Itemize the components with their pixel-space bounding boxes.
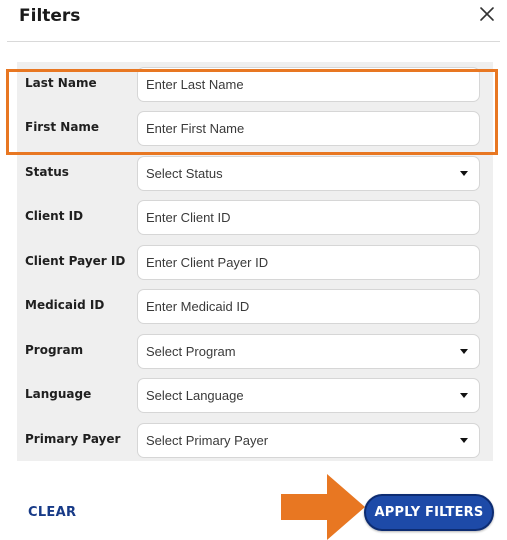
- client-payer-id-field[interactable]: [137, 245, 480, 280]
- filter-row-first-name: First Name: [17, 111, 493, 155]
- status-label: Status: [25, 165, 69, 179]
- filter-row-program: Program Select Program: [17, 334, 493, 378]
- filter-row-client-payer-id: Client Payer ID: [17, 245, 493, 289]
- header-divider: [7, 41, 500, 42]
- status-select-value: Select Status: [146, 166, 223, 181]
- program-label: Program: [25, 343, 84, 357]
- language-select[interactable]: Select Language: [137, 378, 480, 413]
- filter-row-medicaid-id: Medicaid ID: [17, 289, 493, 333]
- primary-payer-label: Primary Payer: [25, 432, 121, 446]
- chevron-down-icon: [460, 393, 468, 398]
- first-name-field[interactable]: [137, 111, 480, 146]
- last-name-field[interactable]: [137, 67, 480, 102]
- status-select[interactable]: Select Status: [137, 156, 480, 191]
- filter-row-language: Language Select Language: [17, 378, 493, 422]
- chevron-down-icon: [460, 438, 468, 443]
- filter-row-status: Status Select Status: [17, 156, 493, 200]
- medicaid-id-label: Medicaid ID: [25, 298, 105, 312]
- last-name-label: Last Name: [25, 76, 97, 90]
- program-select[interactable]: Select Program: [137, 334, 480, 369]
- client-payer-id-label: Client Payer ID: [25, 254, 126, 268]
- primary-payer-select[interactable]: Select Primary Payer: [137, 423, 480, 458]
- filter-row-last-name: Last Name: [17, 67, 493, 111]
- page-title: Filters: [19, 6, 81, 26]
- chevron-down-icon: [460, 171, 468, 176]
- language-label: Language: [25, 387, 92, 401]
- first-name-label: First Name: [25, 120, 100, 134]
- arrow-icon: [281, 474, 365, 540]
- medicaid-id-field[interactable]: [137, 289, 480, 324]
- close-icon[interactable]: [474, 2, 500, 28]
- filters-header: Filters: [0, 0, 507, 40]
- apply-filters-button[interactable]: APPLY FILTERS: [364, 494, 494, 531]
- chevron-down-icon: [460, 349, 468, 354]
- primary-payer-select-value: Select Primary Payer: [146, 433, 269, 448]
- clear-button[interactable]: CLEAR: [28, 505, 76, 520]
- program-select-value: Select Program: [146, 344, 236, 359]
- language-select-value: Select Language: [146, 388, 244, 403]
- client-id-label: Client ID: [25, 209, 84, 223]
- close-button[interactable]: [474, 2, 500, 28]
- filter-row-client-id: Client ID: [17, 200, 493, 244]
- filter-row-primary-payer: Primary Payer Select Primary Payer: [17, 423, 493, 467]
- client-id-field[interactable]: [137, 200, 480, 235]
